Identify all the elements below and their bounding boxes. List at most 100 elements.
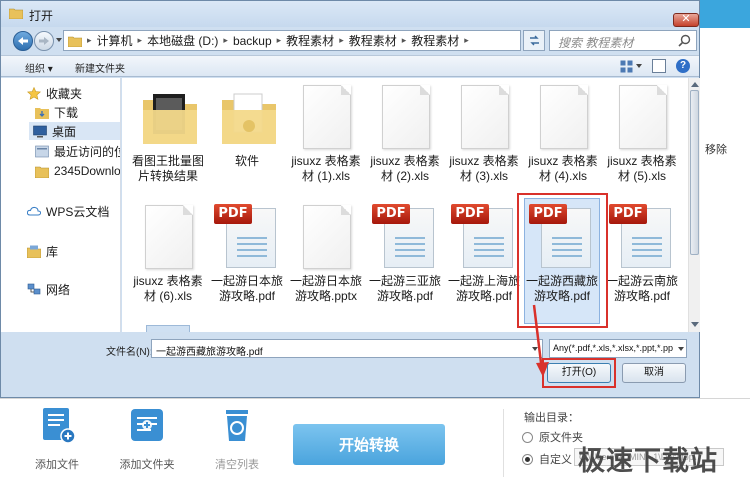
file-item-xls-2[interactable]: jisuxz 表格素材 (2).xls xyxy=(367,82,443,184)
radio-original[interactable] xyxy=(522,431,533,443)
cancel-button[interactable]: 取消 xyxy=(622,363,686,383)
nav-favorites[interactable]: 收藏夹 xyxy=(27,84,82,102)
document-icon xyxy=(449,82,519,152)
help-icon[interactable]: ? xyxy=(676,59,690,73)
scroll-down-icon[interactable] xyxy=(691,322,699,327)
file-item-partial[interactable] xyxy=(146,325,190,332)
file-item-yunnan-pdf[interactable]: PDF 一起游云南旅游攻略.pdf xyxy=(604,202,680,304)
nav-wps-label: WPS云文档 xyxy=(46,204,110,219)
add-file-icon xyxy=(43,408,76,444)
radio-custom[interactable] xyxy=(522,453,533,465)
file-item-sanya-pdf[interactable]: PDF 一起游三亚旅游攻略.pdf xyxy=(367,202,443,304)
history-dropdown-icon[interactable] xyxy=(56,38,62,42)
scroll-up-icon[interactable] xyxy=(691,82,699,87)
document-icon xyxy=(133,202,203,272)
file-name: jisuxz 表格素材 (3).xls xyxy=(449,154,519,183)
pdf-icon: PDF xyxy=(607,202,677,272)
file-item-xls-4[interactable]: jisuxz 表格素材 (4).xls xyxy=(525,82,601,184)
nav-library-label: 库 xyxy=(46,244,59,259)
add-folder-button[interactable]: 添加文件夹 xyxy=(112,405,182,472)
organize-menu[interactable]: 组织 ▾ xyxy=(25,60,53,75)
option-custom-folder[interactable]: 自定义 xyxy=(522,451,572,467)
preview-pane-button[interactable] xyxy=(652,59,666,73)
file-name: jisuxz 表格素材 (1).xls xyxy=(291,154,361,183)
file-item-xls-3[interactable]: jisuxz 表格素材 (3).xls xyxy=(446,82,522,184)
view-options-button[interactable] xyxy=(620,59,642,74)
breadcrumb-computer[interactable]: 计算机 xyxy=(97,32,133,49)
recent-places-icon xyxy=(35,145,49,157)
file-list-panel xyxy=(700,28,750,398)
search-input[interactable]: 搜索 教程素材 xyxy=(549,30,697,51)
option-original-folder[interactable]: 原文件夹 xyxy=(522,429,583,445)
breadcrumb-separator: ▸ xyxy=(401,35,407,45)
new-folder-button[interactable]: 新建文件夹 xyxy=(75,60,125,75)
file-name: 一起游日本旅游攻略.pdf xyxy=(210,274,283,303)
file-item-shanghai-pdf[interactable]: PDF 一起游上海旅游攻略.pdf xyxy=(446,202,522,304)
file-item-japan-pdf[interactable]: PDF 一起游日本旅游攻略.pdf xyxy=(209,202,285,304)
refresh-button[interactable] xyxy=(523,30,545,51)
pdf-icon: PDF xyxy=(449,202,519,272)
star-icon xyxy=(27,86,41,100)
nav-wps-cloud[interactable]: WPS云文档 xyxy=(27,202,109,220)
start-convert-button[interactable]: 开始转换 xyxy=(293,424,445,465)
address-bar[interactable]: ▸ 计算机 ▸ 本地磁盘 (D:) ▸ backup ▸ 教程素材 ▸ 教程素材… xyxy=(63,30,580,51)
remove-link[interactable]: 移除 xyxy=(705,141,727,157)
nav-desktop-label: 桌面 xyxy=(52,124,77,139)
nav-2345-label: 2345Downlo xyxy=(54,164,121,178)
search-icon[interactable] xyxy=(678,34,691,47)
breadcrumb-folder-1[interactable]: 教程素材 xyxy=(286,32,334,49)
chevron-down-icon[interactable] xyxy=(678,347,684,351)
nav-libraries[interactable]: 库 xyxy=(27,242,58,260)
document-icon xyxy=(291,202,361,272)
trash-icon xyxy=(226,410,248,441)
library-icon xyxy=(27,245,41,258)
nav-network[interactable]: 网络 xyxy=(27,280,70,298)
nav-downloads[interactable]: 下载 xyxy=(35,103,78,121)
document-icon xyxy=(370,82,440,152)
filename-input[interactable]: 一起游西藏旅游攻略.pdf xyxy=(151,339,543,358)
file-item-japan-pptx[interactable]: 一起游日本旅游攻略.pptx xyxy=(288,202,364,304)
file-name: jisuxz 表格素材 (6).xls xyxy=(133,274,203,303)
add-file-button[interactable]: 添加文件 xyxy=(22,405,92,472)
nav-desktop[interactable]: 桌面 xyxy=(29,122,120,140)
chevron-down-icon xyxy=(636,64,642,68)
watermark: 极速下载站 xyxy=(578,446,718,477)
file-item-software-folder[interactable]: 软件 xyxy=(209,82,285,169)
close-button[interactable]: ✕ xyxy=(673,13,699,27)
file-type-select[interactable]: Any(*.pdf,*.xls,*.xlsx,*.ppt,*.pp xyxy=(549,339,687,358)
breadcrumb-folder-2[interactable]: 教程素材 xyxy=(349,32,397,49)
highlight-box-open-button xyxy=(542,358,616,388)
file-item-xls-1[interactable]: jisuxz 表格素材 (1).xls xyxy=(288,82,364,184)
file-name: 看图王批量图片转换结果 xyxy=(131,154,204,183)
back-button[interactable] xyxy=(13,31,33,51)
nav-network-label: 网络 xyxy=(46,282,71,297)
folder-icon xyxy=(212,82,282,152)
document-icon xyxy=(528,82,598,152)
breadcrumb-separator: ▸ xyxy=(137,35,143,45)
cloud-icon xyxy=(27,206,41,215)
file-item-xls-5[interactable]: jisuxz 表格素材 (5).xls xyxy=(604,82,680,184)
dialog-titlebar: 打开 ✕ xyxy=(1,1,699,27)
option-original-label: 原文件夹 xyxy=(539,432,583,444)
pdf-icon: PDF xyxy=(370,202,440,272)
breadcrumb-separator: ▸ xyxy=(276,35,282,45)
breadcrumb-backup[interactable]: backup xyxy=(233,34,272,48)
document-icon xyxy=(607,82,677,152)
pdf-badge: PDF xyxy=(609,204,647,224)
breadcrumb-folder-3[interactable]: 教程素材 xyxy=(411,32,459,49)
add-folder-icon xyxy=(131,409,163,441)
file-item-xls-6[interactable]: jisuxz 表格素材 (6).xls xyxy=(130,202,206,304)
download-folder-icon xyxy=(35,107,49,119)
scrollbar-thumb[interactable] xyxy=(690,90,699,255)
open-file-dialog: 打开 ✕ ▸ 计算机 ▸ 本地磁盘 (D:) ▸ backup ▸ 教程素材 ▸… xyxy=(0,0,700,398)
clear-list-button[interactable]: 清空列表 xyxy=(202,405,272,472)
search-placeholder: 搜索 教程素材 xyxy=(558,36,634,50)
file-item-photo-folder[interactable]: 看图王批量图片转换结果 xyxy=(130,82,206,184)
breadcrumb-drive-d[interactable]: 本地磁盘 (D:) xyxy=(147,32,218,49)
vertical-scrollbar[interactable] xyxy=(688,78,700,332)
forward-button[interactable] xyxy=(34,31,54,51)
nav-recent[interactable]: 最近访问的位 xyxy=(35,142,120,160)
divider xyxy=(503,409,504,477)
nav-2345-downloads[interactable]: 2345Downlo xyxy=(35,162,121,180)
file-name: 一起游云南旅游攻略.pdf xyxy=(605,274,678,303)
